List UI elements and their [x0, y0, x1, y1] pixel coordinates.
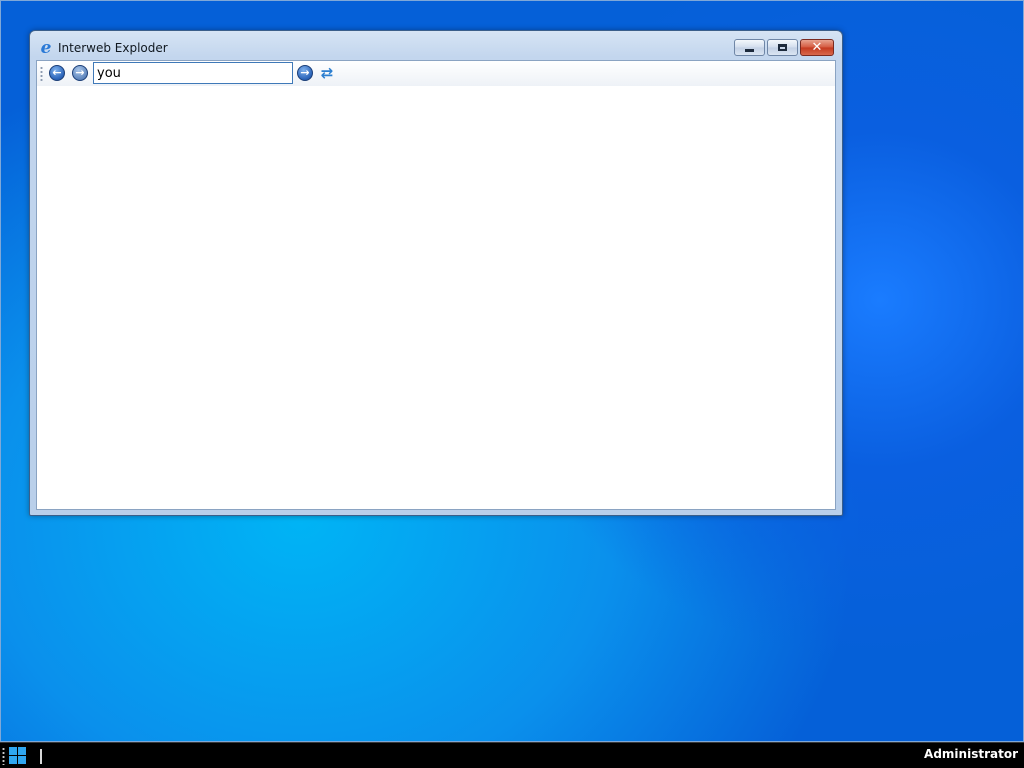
navigation-toolbar: ← → → ⇄ [37, 61, 835, 86]
browser-client-area: ← → → ⇄ [36, 60, 836, 510]
toolbar-grip-icon[interactable] [40, 66, 43, 82]
ie-logo-icon: e [40, 38, 52, 58]
page-content[interactable] [37, 86, 835, 509]
refresh-button[interactable]: ⇄ [319, 64, 335, 82]
close-button[interactable]: ✕ [800, 39, 834, 56]
maximize-button[interactable] [767, 39, 798, 56]
maximize-icon [778, 44, 787, 51]
start-button[interactable] [9, 747, 27, 764]
windows-logo-icon [9, 747, 17, 755]
browser-window: e Interweb Exploder ✕ ← → → [29, 30, 843, 516]
window-title: Interweb Exploder [58, 41, 168, 55]
arrow-right-icon: → [75, 66, 85, 79]
go-button[interactable]: → [297, 65, 313, 81]
taskbar-separator [40, 749, 42, 764]
back-button[interactable]: ← [49, 65, 65, 81]
minimize-icon [745, 49, 754, 52]
forward-button[interactable]: → [72, 65, 88, 81]
taskbar-grip-icon[interactable] [2, 747, 5, 765]
arrow-left-icon: ← [52, 66, 62, 79]
caption-buttons: ✕ [732, 39, 834, 57]
title-bar[interactable]: e Interweb Exploder ✕ [30, 31, 842, 61]
user-name[interactable]: Administrator [924, 747, 1018, 761]
taskbar: Administrator [0, 742, 1024, 768]
go-arrow-icon: → [300, 66, 310, 79]
minimize-button[interactable] [734, 39, 765, 56]
refresh-icon: ⇄ [320, 64, 334, 82]
close-icon: ✕ [811, 40, 823, 55]
address-input[interactable] [93, 62, 293, 84]
